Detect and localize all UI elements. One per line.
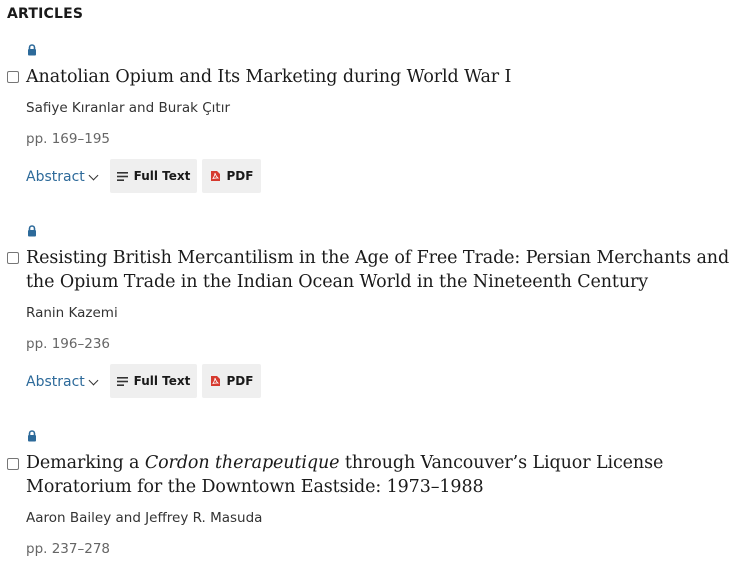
- article-authors: Safiye Kıranlar and Burak Çıtır: [26, 100, 230, 116]
- pdf-icon: [210, 171, 220, 181]
- full-text-button[interactable]: Full Text: [110, 159, 197, 193]
- full-text-button[interactable]: Full Text: [110, 364, 197, 398]
- article-title-italic: Cordon therapeutique: [144, 453, 340, 473]
- article-pages: pp. 237–278: [26, 541, 111, 557]
- chevron-down-icon: [88, 375, 99, 385]
- article-title-part1: Demarking a: [26, 453, 145, 473]
- article-checkbox[interactable]: [7, 458, 19, 470]
- section-title: ARTICLES: [7, 6, 84, 22]
- article-title[interactable]: Resisting British Mercantilism in the Ag…: [26, 246, 746, 294]
- article-authors: Aaron Bailey and Jeffrey R. Masuda: [26, 510, 263, 526]
- abstract-label: Abstract: [26, 169, 85, 185]
- article-checkbox[interactable]: [7, 252, 19, 264]
- abstract-toggle[interactable]: Abstract: [26, 169, 99, 185]
- lock-icon: [28, 430, 36, 442]
- full-text-label: Full Text: [133, 374, 191, 388]
- abstract-label: Abstract: [26, 374, 85, 390]
- article-title[interactable]: Anatolian Opium and Its Marketing during…: [26, 65, 746, 89]
- article-pages: pp. 169–195: [26, 131, 111, 147]
- article-title[interactable]: Demarking a Cordon therapeutique through…: [26, 451, 716, 499]
- pdf-icon: [210, 376, 220, 386]
- full-text-label: Full Text: [133, 169, 191, 183]
- lines-icon: [116, 171, 128, 181]
- lock-icon: [28, 44, 36, 56]
- lock-icon: [28, 225, 36, 237]
- article-authors: Ranin Kazemi: [26, 305, 118, 321]
- abstract-toggle[interactable]: Abstract: [26, 374, 99, 390]
- pdf-button[interactable]: PDF: [202, 364, 261, 398]
- pdf-label: PDF: [226, 169, 254, 183]
- pdf-label: PDF: [226, 374, 254, 388]
- article-pages: pp. 196–236: [26, 336, 111, 352]
- lines-icon: [116, 376, 128, 386]
- pdf-button[interactable]: PDF: [202, 159, 261, 193]
- article-checkbox[interactable]: [7, 71, 19, 83]
- chevron-down-icon: [88, 170, 99, 180]
